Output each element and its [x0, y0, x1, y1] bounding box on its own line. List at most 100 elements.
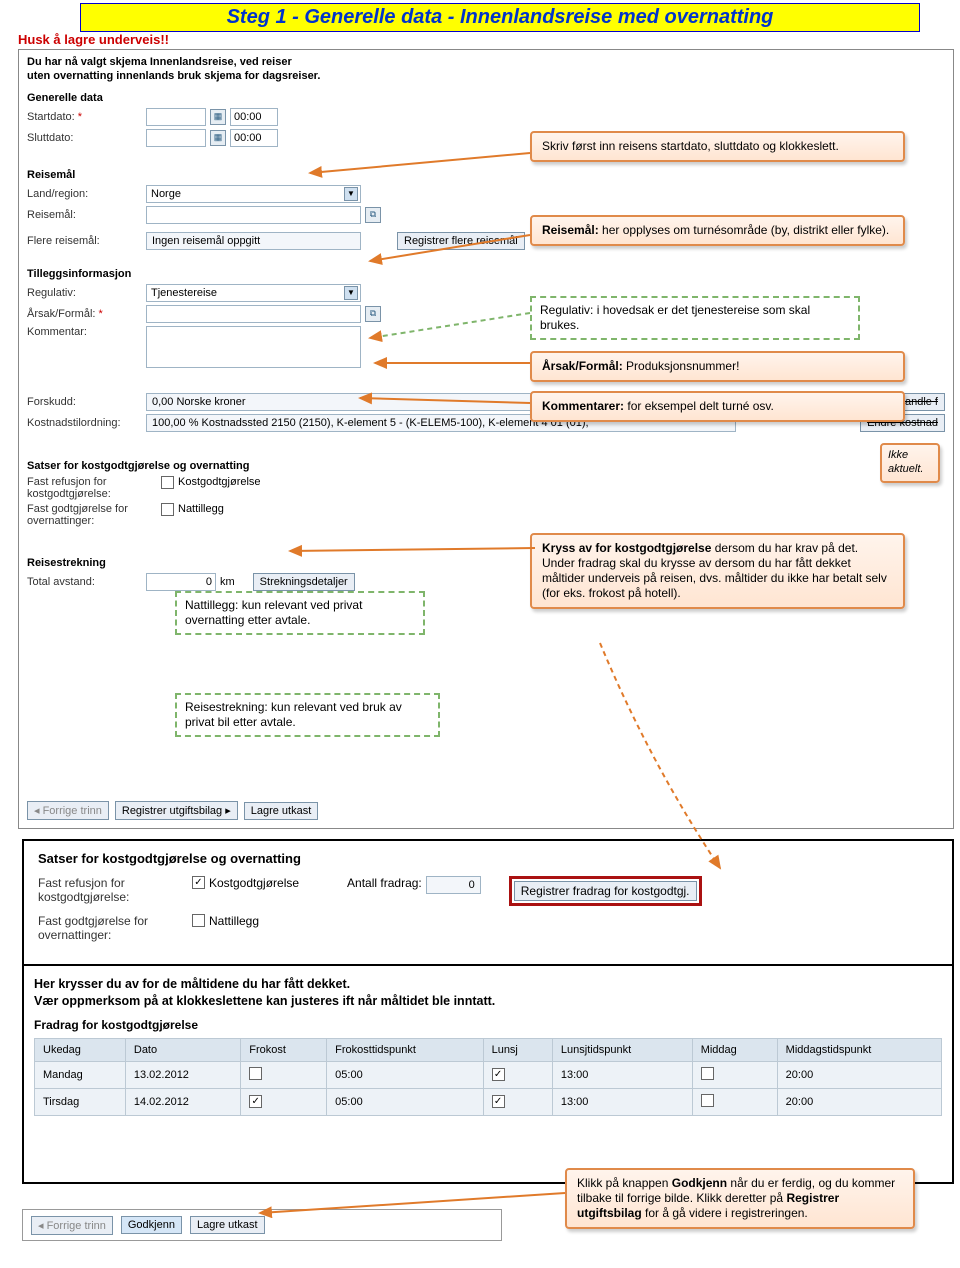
callout-regulativ: Regulativ: i hovedsak er det tjenesterei… [530, 296, 860, 340]
date-picker-icon[interactable]: ▦ [210, 130, 226, 146]
table-header: Dato [125, 1038, 240, 1061]
table-cell [692, 1088, 777, 1115]
label-total-avstand: Total avstand: [27, 576, 142, 588]
fast-kost-label-2: Fast refusjon for kostgodtgjørelse: [38, 876, 188, 904]
forrige-trinn-button[interactable]: ◂ Forrige trinn [27, 801, 109, 820]
antall-fradrag-label: Antall fradrag: [347, 876, 422, 890]
godkjenn-button[interactable]: Godkjenn [121, 1216, 182, 1234]
nattillegg-checkbox[interactable] [161, 503, 174, 516]
table-cell: 14.02.2012 [125, 1088, 240, 1115]
date-picker-icon[interactable]: ▦ [210, 109, 226, 125]
meal-checkbox[interactable] [701, 1094, 714, 1107]
section-tillegg: Tilleggsinformasjon [27, 268, 945, 280]
table-header: Frokost [241, 1038, 327, 1061]
starttid-input[interactable] [230, 108, 278, 126]
table-cell [241, 1088, 327, 1115]
table-header: Middagstidspunkt [777, 1038, 941, 1061]
callout-ikke-aktuelt: Ikke aktuelt. [880, 443, 940, 483]
table-cell: Mandag [35, 1061, 126, 1088]
satser-heading-2: Satser for kostgodtgjørelse og overnatti… [38, 851, 938, 866]
section-generelle-data: Generelle data [27, 92, 945, 104]
step-banner: Steg 1 - Generelle data - Innenlandsreis… [80, 3, 920, 32]
sluttdato-input[interactable] [146, 129, 206, 147]
table-cell [483, 1088, 552, 1115]
table-header: Ukedag [35, 1038, 126, 1061]
label-sluttdato: Sluttdato: [27, 132, 142, 144]
land-value: Norge [151, 188, 181, 200]
callout-kommentar: Kommentarer: for eksempel delt turné osv… [530, 391, 905, 422]
label-fast-natt: Fast godtgjørelse for overnattinger: [27, 503, 157, 527]
bottom-nav: ◂ Forrige trinn Godkjenn Lagre utkast [22, 1209, 502, 1241]
main-form-panel: Du har nå valgt skjema Innenlandsreise, … [18, 49, 954, 829]
callout-kostgodtgjorelse: Kryss av for kostgodtgjørelse dersom du … [530, 533, 905, 609]
table-cell: 05:00 [327, 1061, 483, 1088]
table-cell: 20:00 [777, 1088, 941, 1115]
lagre-utkast-button[interactable]: Lagre utkast [244, 802, 319, 820]
table-cell [692, 1061, 777, 1088]
aarsak-input[interactable] [146, 305, 361, 323]
regulativ-dropdown[interactable]: Tjenestereise ▼ [146, 284, 361, 302]
fast-natt-label-2: Fast godtgjørelse for overnattinger: [38, 914, 188, 942]
section-satser: Satser for kostgodtgjørelse og overnatti… [27, 460, 945, 472]
registrer-fradrag-button[interactable]: Registrer fradrag for kostgodtgj. [514, 881, 697, 901]
label-regulativ: Regulativ: [27, 287, 142, 299]
table-cell: 05:00 [327, 1088, 483, 1115]
intro-text: Du har nå valgt skjema Innenlandsreise, … [27, 56, 945, 84]
kostgodtgjorelse-checkbox-label: Kostgodtgjørelse [178, 476, 261, 488]
label-kommentar: Kommentar: [27, 326, 142, 338]
callout-startdato: Skriv først inn reisens startdato, slutt… [530, 131, 905, 162]
callout-reisemaal: Reisemål: her opplyses om turnésområde (… [530, 215, 905, 246]
strekningsdetaljer-button[interactable]: Strekningsdetaljer [253, 573, 355, 591]
lagre-utkast-button-2[interactable]: Lagre utkast [190, 1216, 265, 1234]
label-reisemaal: Reisemål: [27, 209, 142, 221]
callout-reisestrekning: Reisestrekning: kun relevant ved bruk av… [175, 693, 440, 737]
label-kostnadstilordning: Kostnadstilordning: [27, 417, 142, 429]
label-startdato: Startdato: * [27, 111, 142, 123]
kostgodtgjorelse-checkbox[interactable] [161, 476, 174, 489]
fradrag-panel: Her krysser du av for de måltidene du ha… [22, 964, 954, 1184]
meal-checkbox[interactable] [701, 1067, 714, 1080]
registrer-utgiftsbilag-button[interactable]: Registrer utgiftsbilag ▸ [115, 801, 238, 820]
label-fast-kost: Fast refusjon for kostgodtgjørelse: [27, 476, 157, 500]
startdato-input[interactable] [146, 108, 206, 126]
reisemaal-input[interactable] [146, 206, 361, 224]
regulativ-value: Tjenestereise [151, 287, 217, 299]
meal-checkbox[interactable] [492, 1095, 505, 1108]
kommentar-textarea[interactable] [146, 326, 361, 368]
section-reisemaal: Reisemål [27, 169, 945, 181]
lookup-icon[interactable]: ⧉ [365, 306, 381, 322]
registrer-fradrag-highlight: Registrer fradrag for kostgodtgj. [509, 876, 702, 906]
slutttid-input[interactable] [230, 129, 278, 147]
kostgodtgjorelse-label-2: Kostgodtgjørelse [209, 876, 299, 890]
meal-checkbox[interactable] [249, 1067, 262, 1080]
label-land: Land/region: [27, 188, 142, 200]
land-dropdown[interactable]: Norge ▼ [146, 185, 361, 203]
total-avstand-input[interactable] [146, 573, 216, 591]
lookup-icon[interactable]: ⧉ [365, 207, 381, 223]
table-cell [483, 1061, 552, 1088]
fradrag-subhead: Fradrag for kostgodtgjørelse [34, 1018, 942, 1032]
flere-reisemaal-value: Ingen reisemål oppgitt [146, 232, 361, 250]
table-row: Tirsdag14.02.201205:0013:0020:00 [35, 1088, 942, 1115]
satser-panel-2: Satser for kostgodtgjørelse og overnatti… [22, 839, 954, 964]
meal-checkbox[interactable] [249, 1095, 262, 1108]
fradrag-intro: Her krysser du av for de måltidene du ha… [34, 976, 942, 1010]
table-header: Frokosttidspunkt [327, 1038, 483, 1061]
antall-fradrag-value: 0 [426, 876, 481, 894]
kostgodtgjorelse-checkbox-2[interactable] [192, 876, 205, 889]
save-reminder: Husk å lagre underveis!! [18, 32, 960, 47]
nattillegg-checkbox-label: Nattillegg [178, 503, 224, 515]
nattillegg-checkbox-2[interactable] [192, 914, 205, 927]
meal-checkbox[interactable] [492, 1068, 505, 1081]
table-cell: Tirsdag [35, 1088, 126, 1115]
table-header: Lunsj [483, 1038, 552, 1061]
forrige-trinn-button-2[interactable]: ◂ Forrige trinn [31, 1216, 113, 1235]
chevron-down-icon: ▼ [344, 286, 358, 300]
table-cell: 13.02.2012 [125, 1061, 240, 1088]
label-forskudd: Forskudd: [27, 396, 142, 408]
fradrag-table: UkedagDatoFrokostFrokosttidspunktLunsjLu… [34, 1038, 942, 1116]
nattillegg-label-2: Nattillegg [209, 914, 259, 928]
callout-godkjenn: Klikk på knappen Godkjenn når du er ferd… [565, 1168, 915, 1229]
registrer-flere-reisemaal-button[interactable]: Registrer flere reisemål [397, 232, 525, 250]
table-cell: 13:00 [552, 1061, 692, 1088]
